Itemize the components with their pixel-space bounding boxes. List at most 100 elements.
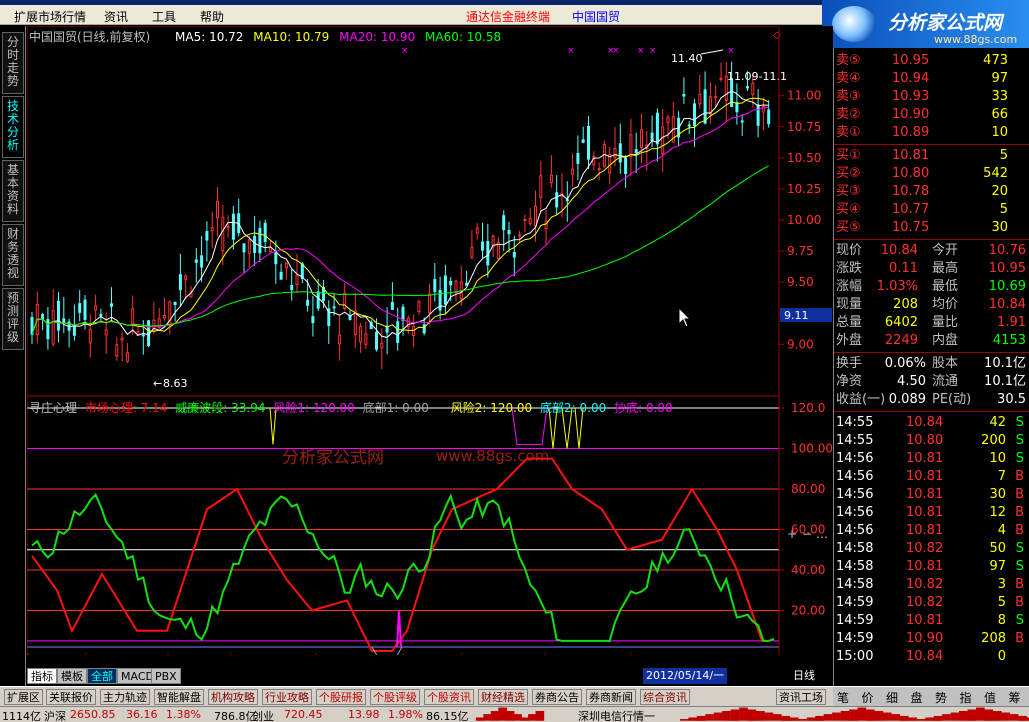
tick-time: 15:00 [836, 649, 874, 664]
legend-risk2-name: 风险2 [451, 400, 483, 415]
chart-area[interactable]: 11.0010.7510.5010.2510.009.759.509.259.0… [27, 26, 833, 655]
tick-direction: B [1015, 523, 1024, 538]
module-tab[interactable]: 主力轨迹 [100, 689, 150, 705]
candle-body [666, 116, 670, 123]
sell-row[interactable]: 卖② 10.90 66 [834, 106, 1029, 124]
tick-volume: 208 [981, 631, 1006, 646]
tab-rating[interactable]: 预测评级 [2, 288, 24, 350]
menu-item-help[interactable]: 帮助 [200, 8, 224, 25]
candle-body [693, 103, 696, 127]
candle-body [613, 148, 617, 158]
tick-row[interactable]: 14:58 10.82 3 B [834, 576, 1029, 594]
quote-row: 现量 208 均价 10.84 [834, 296, 1029, 314]
tab-technical[interactable]: 技术分析 [2, 96, 24, 158]
module-tab[interactable]: 个股研报 [316, 689, 366, 705]
quote-row: 涨幅 1.03% 最低 10.69 [834, 278, 1029, 296]
ind-tab-pbx[interactable]: PBX [151, 668, 181, 684]
tab-financials[interactable]: 财务透视 [2, 224, 24, 286]
tick-row[interactable]: 14:59 10.81 8 S [834, 612, 1029, 630]
sell-row[interactable]: 卖① 10.89 10 [834, 124, 1029, 142]
tick-row[interactable]: 14:56 10.81 30 B [834, 486, 1029, 504]
tick-row[interactable]: 14:58 10.81 97 S [834, 558, 1029, 576]
tick-row[interactable]: 15:00 10.84 0 [834, 648, 1029, 666]
tick-tab[interactable]: 指 [960, 689, 972, 706]
tick-row[interactable]: 14:56 10.81 10 S [834, 450, 1029, 468]
more-button[interactable]: … [816, 527, 828, 541]
tick-volume: 8 [997, 613, 1006, 628]
buy-row[interactable]: 买④ 10.77 5 [834, 201, 1029, 219]
status-cy-amount: 86.15亿 [426, 710, 469, 722]
tick-row[interactable]: 14:59 10.82 5 B [834, 594, 1029, 612]
candle-body [115, 344, 119, 357]
candle-body [597, 168, 601, 171]
candle-body [687, 124, 691, 127]
module-tab[interactable]: 关联报价 [46, 689, 96, 705]
module-tab[interactable]: 财经精选 [478, 689, 528, 705]
tick-time: 14:58 [836, 541, 874, 556]
module-tab-info[interactable]: 资讯工场 [776, 689, 826, 705]
candle-body [231, 213, 235, 240]
module-tab[interactable]: 综合资讯 [640, 689, 690, 705]
watermark-url: www.88gs.com [436, 447, 550, 465]
tick-tab[interactable]: 笔 [837, 689, 849, 706]
tick-row[interactable]: 14:59 10.90 208 B [834, 630, 1029, 648]
candle-body [735, 102, 739, 113]
tick-row[interactable]: 14:55 10.80 200 S [834, 432, 1029, 450]
tick-tab[interactable]: 势 [935, 689, 947, 706]
ma60-label: MA60: [425, 30, 467, 44]
sell-price: 10.95 [892, 53, 930, 68]
candle-body [279, 271, 283, 280]
candle-body [746, 86, 749, 89]
tick-time: 14:55 [836, 433, 874, 448]
tick-row[interactable]: 14:58 10.82 50 S [834, 540, 1029, 558]
signal-marker: × [612, 46, 620, 56]
tick-row[interactable]: 14:56 10.81 7 B [834, 468, 1029, 486]
tab-fundamentals[interactable]: 基本资料 [2, 160, 24, 222]
tick-tab[interactable]: 筹 [1009, 689, 1021, 706]
sell-row[interactable]: 卖⑤ 10.95 473 [834, 52, 1029, 70]
module-tab[interactable]: 券商公告 [532, 689, 582, 705]
candle-body [72, 324, 76, 336]
tick-row[interactable]: 14:55 10.84 42 S [834, 414, 1029, 432]
module-tab[interactable]: 智能解盘 [154, 689, 204, 705]
tick-tab[interactable]: 价 [862, 689, 874, 706]
module-tab[interactable]: 个股资讯 [424, 689, 474, 705]
zoom-in-button[interactable]: + [787, 527, 797, 541]
tick-tab[interactable]: 值 [984, 689, 996, 706]
buy-row[interactable]: 买③ 10.78 20 [834, 183, 1029, 201]
sell-row[interactable]: 卖③ 10.93 33 [834, 88, 1029, 106]
sell-row[interactable]: 卖④ 10.94 97 [834, 70, 1029, 88]
tick-volume: 5 [997, 595, 1006, 610]
tick-row[interactable]: 14:56 10.81 4 B [834, 522, 1029, 540]
menu-item-info[interactable]: 资讯 [104, 8, 128, 25]
ind-tab-template[interactable]: 模板 [57, 668, 87, 684]
menu-item-market[interactable]: 扩展市场行情 [14, 8, 86, 25]
module-tab[interactable]: 机构攻略 [208, 689, 258, 705]
tick-time: 14:56 [836, 469, 874, 484]
period-label[interactable]: 日线 [793, 668, 815, 684]
tab-intraday[interactable]: 分时走势 [2, 32, 24, 94]
module-tab[interactable]: 行业攻略 [262, 689, 312, 705]
status-server[interactable]: 深圳电信行情一 [578, 708, 655, 722]
buy-row[interactable]: 买⑤ 10.75 30 [834, 219, 1029, 237]
tick-row[interactable]: 14:56 10.81 12 B [834, 504, 1029, 522]
stats-label: 股本 [932, 356, 959, 371]
legend-bottomfish-value: 0.00 [646, 401, 673, 415]
buy-label: 买① [836, 148, 861, 163]
buy-row[interactable]: 买① 10.81 5 [834, 147, 1029, 165]
tick-tab[interactable]: 细 [886, 689, 898, 706]
quote-value: 10.76 [988, 243, 1026, 258]
status-signal-bars: ▁▂▃▄▅▆▇█▇▆▅▄▃▂▁▂▃▄▅▆▇█▇▆▅▄▃▂▁▂▃▄▅▆▇█▇▆▅▄… [680, 708, 1029, 721]
buy-row[interactable]: 买② 10.80 542 [834, 165, 1029, 183]
tick-tab[interactable]: 盘 [911, 689, 923, 706]
menu-item-tools[interactable]: 工具 [152, 8, 176, 25]
zoom-out-button[interactable]: − [802, 527, 812, 541]
candle-body [364, 333, 368, 345]
ind-tab-indicator[interactable]: 指标 [27, 668, 57, 684]
module-tab[interactable]: 券商新闻 [586, 689, 636, 705]
y-tick-label: 10.00 [787, 213, 821, 227]
module-tab[interactable]: 扩展区 [4, 689, 43, 705]
module-tab[interactable]: 个股评级 [370, 689, 420, 705]
candle-body [51, 310, 55, 345]
ind-tab-all[interactable]: 全部 [87, 668, 117, 684]
